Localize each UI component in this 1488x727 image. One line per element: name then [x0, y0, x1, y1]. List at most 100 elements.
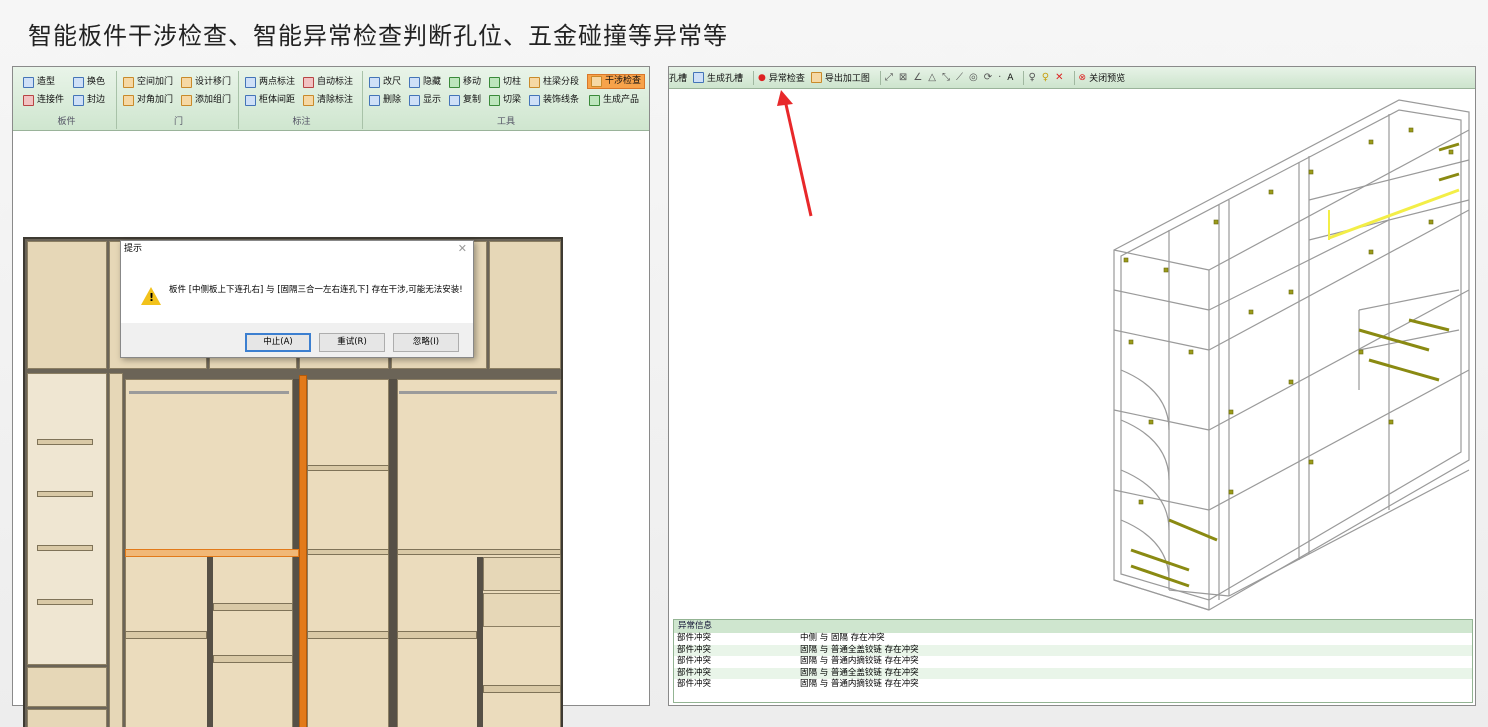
resize-button[interactable]: 改尺 [369, 75, 401, 90]
hide-button[interactable]: 隐藏 [409, 75, 441, 90]
hinge-marker [1188, 349, 1194, 355]
corner-door-button[interactable]: 对角加门 [123, 93, 173, 108]
bulb-icon[interactable]: ♀ [1028, 72, 1035, 83]
copy-button[interactable]: 复制 [449, 93, 481, 108]
top-cabinet-panel [489, 241, 561, 369]
left-drawer [27, 709, 107, 727]
two-point-dim-button[interactable]: 两点标注 [245, 75, 295, 90]
edge-band-button[interactable]: 封边 [73, 93, 105, 108]
anomaly-check-button[interactable]: ● 异常检查 [758, 71, 805, 85]
rotate-icon[interactable]: ⟳ [984, 72, 992, 83]
text-button[interactable]: A [1007, 73, 1013, 83]
hinge-marker [1368, 249, 1374, 255]
highlighted-shelf[interactable] [125, 549, 299, 557]
side-panel [109, 373, 123, 727]
change-color-button[interactable]: 换色 [73, 75, 105, 90]
door-group-button[interactable]: 添加组门 [181, 93, 231, 108]
align-icon[interactable]: ⊠ [899, 72, 907, 83]
ribbon-group-tools: 改尺 隐藏 移动 切柱 柱梁分段 干涉检查 删除 显示 复制 切梁 装饰线条 生… [365, 71, 647, 129]
angle-icon[interactable]: ∠ [913, 72, 922, 83]
show-button[interactable]: 显示 [409, 93, 441, 108]
ignore-button[interactable]: 忽略(I) [393, 333, 459, 352]
column-split-button[interactable]: 柱梁分段 [529, 75, 579, 90]
abort-button[interactable]: 中止(A) [245, 333, 311, 352]
export-drawing-button[interactable]: 导出加工图 [810, 71, 870, 84]
slot-button[interactable]: 孔槽 [669, 71, 687, 84]
left-open-shelf [27, 373, 107, 665]
connector-button[interactable]: 连接件 [23, 93, 64, 108]
space-door-button[interactable]: 空间加门 [123, 75, 173, 90]
retry-button[interactable]: 重试(R) [319, 333, 385, 352]
auto-dim-button[interactable]: 自动标注 [303, 75, 353, 90]
shape-button[interactable]: 造型 [23, 75, 55, 90]
dialog-body: ! 板件 [中侧板上下连孔右] 与 [固隔三合一左右连孔下] 存在干涉,可能无法… [121, 257, 473, 323]
color-icon [73, 77, 84, 88]
move-button[interactable]: 移动 [449, 75, 481, 90]
dot-icon[interactable]: · [998, 72, 1001, 83]
drawer-runner [1438, 172, 1460, 182]
drawer [483, 557, 561, 591]
clear-icon [303, 95, 314, 106]
3d-preview-viewport[interactable] [669, 90, 1475, 618]
group-label-tools: 工具 [496, 117, 515, 127]
copy-icon [449, 95, 460, 106]
interference-icon [591, 76, 602, 87]
shelf [213, 603, 293, 611]
close-icon[interactable]: ✕ [458, 242, 467, 255]
drawer-runner [1168, 518, 1218, 542]
group-label-dimension: 标注 [292, 117, 311, 127]
table-row[interactable]: 部件冲突 固隔 与 普通全盖铰链 存在冲突 [674, 667, 1472, 679]
table-row[interactable]: 部件冲突 固隔 与 普通全盖铰链 存在冲突 [674, 644, 1472, 656]
hinge-marker [1248, 309, 1254, 315]
molding-button[interactable]: 装饰线条 [529, 93, 579, 108]
wardrobe-viewport[interactable]: 提示 ✕ ! 板件 [中侧板上下连孔右] 与 [固隔三合一左右连孔下] 存在干涉… [13, 132, 649, 727]
sliding-door-button[interactable]: 设计移门 [181, 75, 231, 90]
table-row[interactable]: 部件冲突 固隔 与 普通内摘铰链 存在冲突 [674, 679, 1472, 691]
dialog-message: 板件 [中侧板上下连孔右] 与 [固隔三合一左右连孔下] 存在干涉,可能无法安装… [169, 285, 463, 295]
highlighted-side-panel[interactable] [299, 375, 307, 727]
generate-slot-button[interactable]: 生成孔槽 [693, 71, 743, 84]
cabinet-wireframe [1113, 99, 1470, 611]
close-preview-button[interactable]: ⊗ 关闭预览 [1079, 71, 1126, 85]
hinge-markers [1123, 127, 1454, 505]
triangle-icon[interactable]: △ [928, 72, 936, 83]
left-app-window: 造型 换色 连接件 封边 板件 空间加门 设计移门 对角加门 添加组门 门 两点… [12, 66, 650, 727]
eye-icon [409, 95, 420, 106]
delete-button[interactable]: 删除 [369, 93, 401, 108]
hinge-marker [1408, 127, 1414, 133]
clear-dim-button[interactable]: 清除标注 [303, 93, 353, 108]
cabinet-spacing-button[interactable]: 柜体间距 [245, 93, 295, 108]
slope-icon[interactable]: ⟋ [956, 72, 963, 83]
circle-icon[interactable]: ◎ [969, 72, 978, 83]
generate-product-button[interactable]: 生成产品 [589, 93, 639, 108]
table-row[interactable]: 部件冲突 固隔 与 普通内摘铰链 存在冲突 [674, 656, 1472, 668]
light-icon[interactable]: ♀ [1042, 72, 1049, 83]
left-drawer [27, 667, 107, 707]
cut-beam-button[interactable]: 切梁 [489, 93, 521, 108]
shelf [483, 685, 561, 693]
shelf [307, 631, 389, 639]
hinge-marker [1163, 267, 1169, 273]
measure-icon[interactable]: ⤢ [885, 72, 893, 83]
dialog-footer: 中止(A) 重试(R) 忽略(I) [121, 323, 473, 357]
group-label-door: 门 [173, 117, 183, 127]
shape-icon [23, 77, 34, 88]
drawer [483, 593, 561, 627]
annotation-arrow [777, 90, 813, 217]
round-shelf [37, 599, 93, 605]
connector-icon [23, 95, 34, 106]
cross-icon[interactable]: ✕ [1055, 72, 1063, 83]
hinge-marker [1268, 189, 1274, 195]
column-split-icon [529, 77, 540, 88]
drawer-runner [1368, 358, 1440, 382]
table-row[interactable]: 部件冲突 中侧 与 固隔 存在冲突 [674, 633, 1472, 645]
warning-icon: ! [141, 287, 161, 305]
hinge-marker [1288, 379, 1294, 385]
cut-column-button[interactable]: 切柱 [489, 75, 521, 90]
diagonal-icon[interactable]: ⤡ [942, 72, 950, 83]
ribbon-toolbar: 造型 换色 连接件 封边 板件 空间加门 设计移门 对角加门 添加组门 门 两点… [13, 67, 649, 131]
interference-check-button[interactable]: 干涉检查 [587, 74, 646, 89]
top-cabinet-panel [27, 241, 107, 369]
hinge-marker [1428, 219, 1434, 225]
hanging-rod [129, 391, 289, 394]
